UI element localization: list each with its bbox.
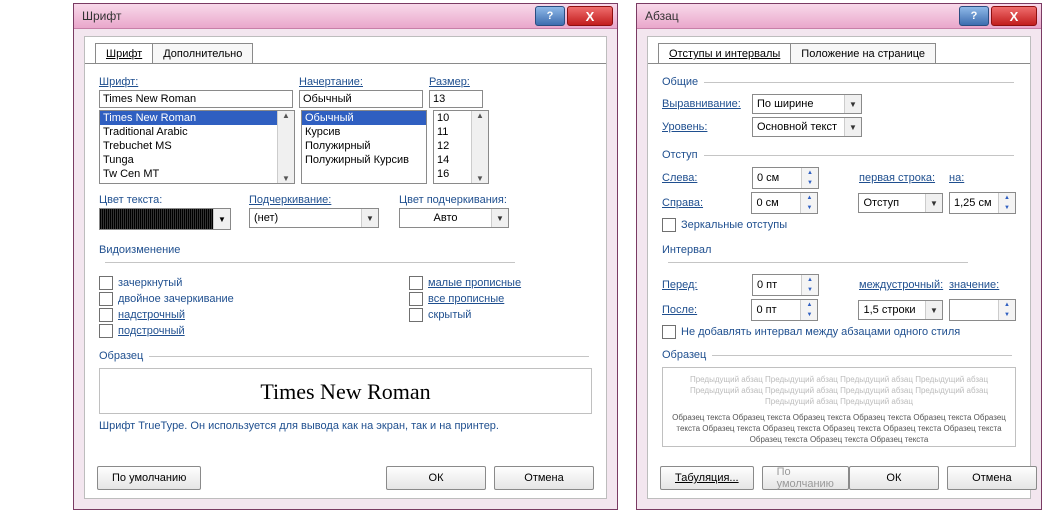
chk-strike[interactable]: зачеркнутый bbox=[99, 276, 409, 290]
style-input[interactable] bbox=[299, 90, 423, 108]
tab-font[interactable]: Шрифт bbox=[95, 43, 153, 63]
before-spin[interactable]: 0 пт▲▼ bbox=[752, 274, 819, 296]
list-item[interactable]: Обычный bbox=[302, 111, 426, 125]
list-item[interactable]: Times New Roman bbox=[100, 111, 294, 125]
linespace-combo[interactable]: 1,5 строки▼ bbox=[858, 300, 943, 320]
close-button[interactable]: X bbox=[991, 6, 1037, 26]
help-button[interactable]: ? bbox=[959, 6, 989, 26]
cancel-button[interactable]: Отмена bbox=[947, 466, 1037, 490]
color-label: Цвет текста: bbox=[99, 194, 229, 206]
lineat-spin[interactable]: ▲▼ bbox=[949, 299, 1016, 321]
para-preview: Предыдущий абзац Предыдущий абзац Предыд… bbox=[662, 367, 1016, 447]
list-item[interactable]: Tunga bbox=[100, 153, 294, 167]
indent-group: Отступ bbox=[662, 149, 1016, 161]
chk-sub[interactable]: подстрочный bbox=[99, 324, 409, 338]
after-label: После: bbox=[662, 304, 751, 316]
font-titlebar[interactable]: Шрифт ? X bbox=[74, 4, 617, 29]
sample-group: Образец bbox=[99, 350, 592, 362]
font-dialog: Шрифт ? X Шрифт Дополнительно Шрифт: Нач… bbox=[73, 3, 618, 510]
tabs-button[interactable]: Табуляция... bbox=[660, 466, 754, 490]
font-label: Шрифт: bbox=[99, 76, 299, 88]
ok-button[interactable]: ОК bbox=[849, 466, 939, 490]
close-button[interactable]: X bbox=[567, 6, 613, 26]
right-label: Справа: bbox=[662, 197, 751, 209]
size-label: Размер: bbox=[429, 76, 499, 88]
para-titlebar[interactable]: Абзац ? X bbox=[637, 4, 1041, 29]
font-title: Шрифт bbox=[82, 9, 121, 23]
tab-pagepos[interactable]: Положение на странице bbox=[790, 43, 936, 63]
scrollbar[interactable]: ▲▼ bbox=[471, 111, 488, 183]
lineat-label: значение: bbox=[949, 279, 999, 291]
para-title: Абзац bbox=[645, 9, 679, 23]
para-sample-group: Образец bbox=[662, 349, 1016, 361]
preview-text: Times New Roman bbox=[100, 369, 591, 415]
chk-allcaps[interactable]: все прописные bbox=[409, 292, 521, 306]
underline-color-combo[interactable]: Авто▼ bbox=[399, 208, 509, 228]
cancel-button[interactable]: Отмена bbox=[494, 466, 594, 490]
linespace-label: междустрочный: bbox=[859, 279, 949, 291]
font-body: Шрифт Дополнительно Шрифт: Начертание: Р… bbox=[84, 36, 607, 499]
default-button[interactable]: По умолчанию bbox=[97, 466, 201, 490]
list-item[interactable]: Полужирный Курсив bbox=[302, 153, 426, 167]
firstline-combo[interactable]: Отступ▼ bbox=[858, 193, 943, 213]
underline-color-label: Цвет подчеркивания: bbox=[399, 194, 529, 206]
list-item[interactable]: Курсив bbox=[302, 125, 426, 139]
list-item[interactable]: Trebuchet MS bbox=[100, 139, 294, 153]
chk-super[interactable]: надстрочный bbox=[99, 308, 409, 322]
underline-combo[interactable]: (нет)▼ bbox=[249, 208, 379, 228]
left-spin[interactable]: 0 см▲▼ bbox=[752, 167, 819, 189]
paragraph-dialog: Абзац ? X Отступы и интервалы Положение … bbox=[636, 3, 1042, 510]
spacing-group: Интервал bbox=[662, 244, 1016, 268]
effects-group: Видоизменение bbox=[99, 244, 592, 268]
style-list[interactable]: Обычный Курсив Полужирный Полужирный Кур… bbox=[301, 110, 427, 184]
tab-indents[interactable]: Отступы и интервалы bbox=[658, 43, 791, 63]
help-button[interactable]: ? bbox=[535, 6, 565, 26]
list-item[interactable]: Traditional Arabic bbox=[100, 125, 294, 139]
chk-noadd[interactable]: Не добавлять интервал между абзацами одн… bbox=[662, 325, 1016, 339]
left-label: Слева: bbox=[662, 172, 752, 184]
font-color-combo[interactable]: ▼ bbox=[99, 208, 231, 230]
list-item[interactable]: Полужирный bbox=[302, 139, 426, 153]
right-spin[interactable]: 0 см▲▼ bbox=[751, 192, 818, 214]
align-label: Выравнивание: bbox=[662, 98, 752, 110]
size-input[interactable] bbox=[429, 90, 483, 108]
list-item[interactable]: Tw Cen MT bbox=[100, 167, 294, 181]
font-input[interactable] bbox=[99, 90, 293, 108]
level-combo[interactable]: Основной текст▼ bbox=[752, 117, 862, 137]
ok-button[interactable]: ОК bbox=[386, 466, 486, 490]
chk-mirror[interactable]: Зеркальные отступы bbox=[662, 218, 1016, 232]
chk-hidden[interactable]: скрытый bbox=[409, 308, 521, 322]
font-list[interactable]: Times New Roman Traditional Arabic Trebu… bbox=[99, 110, 295, 184]
tab-advanced[interactable]: Дополнительно bbox=[152, 43, 253, 63]
by-label: на: bbox=[949, 172, 979, 184]
chk-dstrike[interactable]: двойное зачеркивание bbox=[99, 292, 409, 306]
chk-smallcaps[interactable]: малые прописные bbox=[409, 276, 521, 290]
font-desc: Шрифт TrueType. Он используется для выво… bbox=[99, 420, 592, 432]
style-label: Начертание: bbox=[299, 76, 429, 88]
font-preview: Times New Roman bbox=[99, 368, 592, 414]
after-spin[interactable]: 0 пт▲▼ bbox=[751, 299, 818, 321]
firstline-label: первая строка: bbox=[859, 172, 949, 184]
underline-label: Подчеркивание: bbox=[249, 194, 379, 206]
scrollbar[interactable]: ▲▼ bbox=[277, 111, 294, 183]
before-label: Перед: bbox=[662, 279, 752, 291]
size-list[interactable]: 10 11 12 14 16 ▲▼ bbox=[433, 110, 489, 184]
align-combo[interactable]: По ширине▼ bbox=[752, 94, 862, 114]
para-body: Отступы и интервалы Положение на страниц… bbox=[647, 36, 1031, 499]
preview-tiny: Предыдущий абзац Предыдущий абзац Предыд… bbox=[663, 368, 1015, 451]
by-spin[interactable]: 1,25 см▲▼ bbox=[949, 192, 1016, 214]
general-group: Общие bbox=[662, 76, 1016, 88]
level-label: Уровень: bbox=[662, 121, 752, 133]
default-button: По умолчанию bbox=[762, 466, 849, 490]
